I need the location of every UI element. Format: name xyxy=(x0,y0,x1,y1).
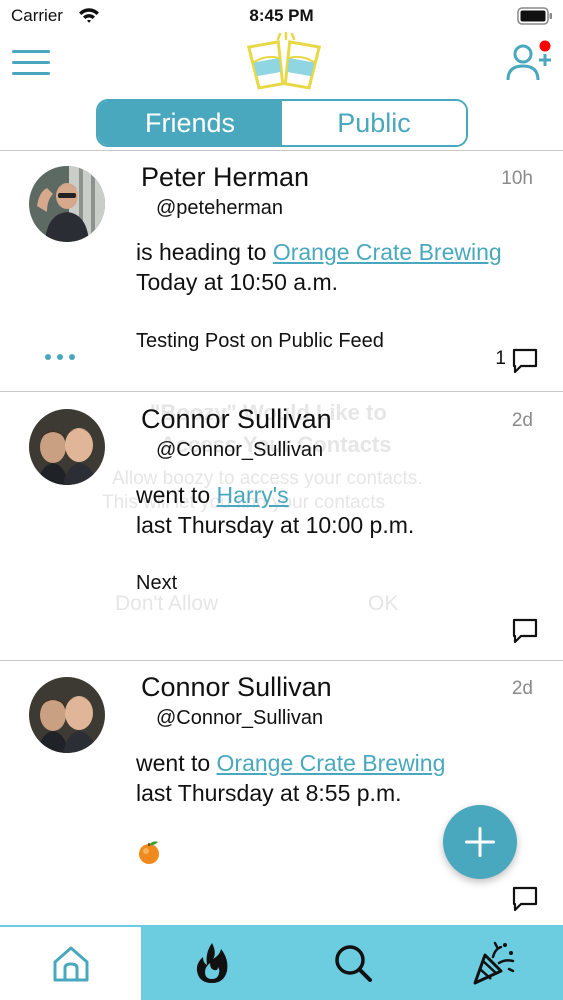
post-author-handle: @Connor_Sullivan xyxy=(156,439,324,461)
post-action-line: is heading to Orange Crate Brewing xyxy=(136,239,502,266)
comment-icon[interactable] xyxy=(511,617,539,645)
feed-post: "Boozy" Would Like to Access Your Contac… xyxy=(0,392,563,661)
comment-icon[interactable] xyxy=(511,347,539,375)
status-bar: Carrier 8:45 PM xyxy=(0,0,563,32)
post-place-link[interactable]: Orange Crate Brewing xyxy=(217,750,446,776)
post-when: last Thursday at 8:55 p.m. xyxy=(136,780,402,806)
post-action-verb: went to xyxy=(136,750,211,776)
post-action-line: went to Harry's xyxy=(136,482,289,509)
post-when: last Thursday at 10:00 p.m. xyxy=(136,512,415,538)
party-popper-icon xyxy=(473,941,514,984)
comment-count: 1 xyxy=(495,348,506,369)
new-post-button[interactable] xyxy=(443,805,517,879)
post-author-name[interactable]: Connor Sullivan xyxy=(141,672,332,703)
tab-party[interactable] xyxy=(422,925,563,1000)
nav-bar xyxy=(0,30,563,94)
post-note: Next xyxy=(136,572,178,594)
search-icon xyxy=(334,944,372,982)
tab-public[interactable]: Public xyxy=(282,101,466,145)
tab-search[interactable] xyxy=(282,925,423,1000)
notification-dot xyxy=(539,40,551,52)
flame-icon xyxy=(196,942,227,983)
post-author-handle: @peteherman xyxy=(156,197,284,219)
avatar[interactable] xyxy=(29,166,105,242)
more-options-icon[interactable] xyxy=(44,351,76,363)
avatar[interactable] xyxy=(29,677,105,753)
post-when: Today at 10:50 a.m. xyxy=(136,269,339,295)
post-timestamp: 2d xyxy=(511,410,533,431)
tab-trending[interactable] xyxy=(141,925,282,1000)
post-action-verb: went to xyxy=(136,482,211,508)
faded-alert-deny: Don't Allow xyxy=(115,592,219,615)
status-time: 8:45 PM xyxy=(249,6,314,25)
comment-icon[interactable] xyxy=(511,885,539,913)
faded-alert-ok: OK xyxy=(368,592,399,615)
orange-emoji xyxy=(139,841,159,864)
post-timestamp: 2d xyxy=(511,678,533,699)
feed-post: Peter Herman @peteherman 10h is heading … xyxy=(0,151,563,392)
post-author-name[interactable]: Peter Herman xyxy=(141,162,309,193)
post-place-link[interactable]: Harry's xyxy=(217,482,289,508)
post-timestamp: 10h xyxy=(501,168,533,189)
feed-post: Connor Sullivan @Connor_Sullivan 2d went… xyxy=(0,661,563,925)
tab-friends[interactable]: Friends xyxy=(98,101,282,145)
battery-icon xyxy=(517,7,552,25)
post-author-handle: @Connor_Sullivan xyxy=(156,707,324,729)
post-action-verb: is heading to xyxy=(136,239,267,265)
add-person-icon[interactable] xyxy=(505,40,555,86)
post-action-line: went to Orange Crate Brewing xyxy=(136,750,445,777)
tab-home[interactable] xyxy=(0,925,141,1000)
post-place-link[interactable]: Orange Crate Brewing xyxy=(273,239,502,265)
bottom-tab-bar xyxy=(0,925,563,1000)
post-author-name[interactable]: Connor Sullivan xyxy=(141,404,332,435)
plus-icon xyxy=(465,827,495,857)
cheers-glasses-logo xyxy=(246,31,322,90)
home-icon xyxy=(53,946,88,981)
post-note: Testing Post on Public Feed xyxy=(136,330,384,352)
hamburger-menu-icon[interactable] xyxy=(12,48,50,78)
avatar[interactable] xyxy=(29,409,105,485)
feed-segmented-control: Friends Public xyxy=(96,99,468,147)
